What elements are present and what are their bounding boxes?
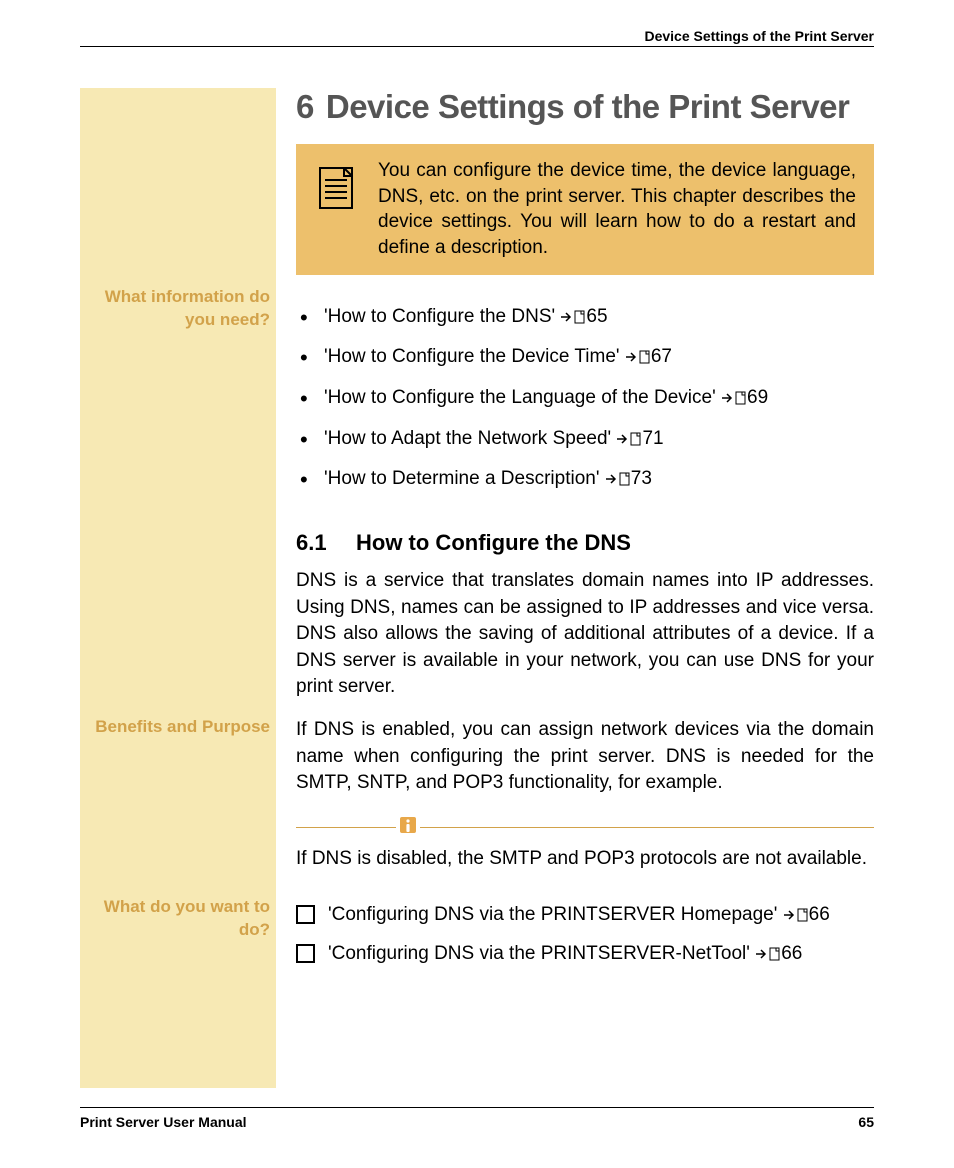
intro-callout: You can configure the device time, the d… xyxy=(296,144,874,275)
margin-label-whatdo: What do you want to do? xyxy=(84,896,270,942)
section-number: 6.1 xyxy=(296,530,356,556)
page-ref[interactable]: 69 xyxy=(721,387,768,408)
task-text: 'Configuring DNS via the PRINTSERVER Hom… xyxy=(328,904,777,925)
page-ref[interactable]: 65 xyxy=(560,306,607,327)
page-number: 66 xyxy=(781,943,802,964)
section-title: 6.1How to Configure the DNS xyxy=(296,530,874,556)
list-item: 'Configuring DNS via the PRINTSERVER Hom… xyxy=(296,896,874,935)
margin-column: What information do you need? Benefits a… xyxy=(80,88,276,1088)
section-title-text: How to Configure the DNS xyxy=(356,530,631,555)
intro-text: You can configure the device time, the d… xyxy=(378,158,856,261)
page-number: 66 xyxy=(809,904,830,925)
footer-rule xyxy=(80,1107,874,1108)
page-number: 69 xyxy=(747,387,768,408)
footer-manual-title: Print Server User Manual xyxy=(80,1114,247,1130)
page-ref[interactable]: 66 xyxy=(755,943,802,964)
content-column: 6 Device Settings of the Print Server You… xyxy=(296,88,874,974)
task-text: 'Configuring DNS via the PRINTSERVER-Net… xyxy=(328,943,750,964)
list-item: 'How to Determine a Description' 73 xyxy=(296,459,874,500)
list-item: 'Configuring DNS via the PRINTSERVER-Net… xyxy=(296,935,874,974)
topic-list: 'How to Configure the DNS' 65 'How to Co… xyxy=(296,297,874,500)
list-item: 'How to Configure the Device Time' 67 xyxy=(296,337,874,378)
info-divider xyxy=(296,815,874,840)
list-item: 'How to Configure the DNS' 65 xyxy=(296,297,874,338)
paragraph: DNS is a service that translates domain … xyxy=(296,568,874,701)
info-note: If DNS is disabled, the SMTP and POP3 pr… xyxy=(296,846,874,873)
page-ref[interactable]: 73 xyxy=(605,468,652,489)
page-number: 65 xyxy=(586,306,607,327)
topic-text: 'How to Configure the DNS' xyxy=(324,306,555,327)
page-ref[interactable]: 67 xyxy=(625,346,672,367)
list-item: 'How to Configure the Language of the De… xyxy=(296,378,874,419)
margin-label-benefits: Benefits and Purpose xyxy=(84,716,270,739)
topic-text: 'How to Configure the Language of the De… xyxy=(324,387,716,408)
chapter-title-text: Device Settings of the Print Server xyxy=(326,88,850,125)
note-icon xyxy=(314,164,362,212)
page-number: 73 xyxy=(631,468,652,489)
page-ref[interactable]: 71 xyxy=(616,428,663,449)
topic-text: 'How to Configure the Device Time' xyxy=(324,346,620,367)
list-item: 'How to Adapt the Network Speed' 71 xyxy=(296,419,874,460)
page-number: 67 xyxy=(651,346,672,367)
info-icon xyxy=(396,815,420,840)
chapter-number: 6 xyxy=(296,88,314,125)
chapter-title: 6 Device Settings of the Print Server xyxy=(296,88,874,126)
page-number: 71 xyxy=(642,428,663,449)
topic-text: 'How to Determine a Description' xyxy=(324,468,599,489)
footer-page-number: 65 xyxy=(858,1114,874,1130)
page-ref[interactable]: 66 xyxy=(783,904,830,925)
topic-text: 'How to Adapt the Network Speed' xyxy=(324,428,611,449)
running-header: Device Settings of the Print Server xyxy=(644,28,874,44)
paragraph: If DNS is enabled, you can assign networ… xyxy=(296,717,874,797)
header-rule xyxy=(80,46,874,47)
margin-label-info: What information do you need? xyxy=(84,286,270,332)
task-list: 'Configuring DNS via the PRINTSERVER Hom… xyxy=(296,896,874,973)
